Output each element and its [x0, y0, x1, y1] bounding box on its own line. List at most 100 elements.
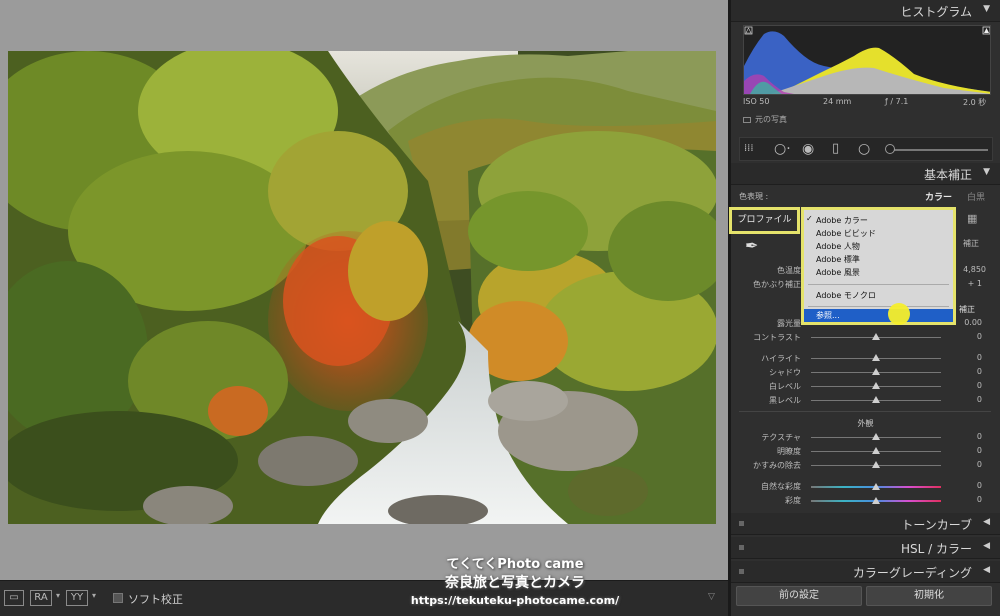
spot-removal-icon[interactable]: ○·	[774, 142, 791, 156]
whites-label: 白レベル	[769, 382, 801, 391]
menu-separator	[808, 284, 949, 285]
ra-dropdown-icon[interactable]: ▾	[56, 591, 60, 600]
saturation-value[interactable]: 0	[952, 495, 982, 504]
autumn-valley-photo	[8, 51, 716, 524]
original-photo-checkbox[interactable]	[743, 116, 751, 123]
texture-slider-knob[interactable]	[872, 433, 880, 440]
color-grading-title: カラーグレーディング	[852, 566, 972, 580]
divider	[739, 411, 991, 412]
iso-readout: ISO 50	[743, 97, 770, 106]
profile-option-adobe-portrait[interactable]: Adobe 人物	[804, 240, 953, 253]
histogram-title: ヒストグラム	[900, 5, 972, 19]
tone-auto-button[interactable]: 補正	[959, 304, 975, 315]
treatment-color-option[interactable]: カラー	[925, 190, 952, 203]
watermark-line-3: https://tekuteku-photocame.com/	[410, 594, 620, 607]
blacks-label: 黒レベル	[769, 396, 801, 405]
before-after-ra-button[interactable]: RA	[30, 590, 52, 606]
before-after-yy-button[interactable]: YY	[66, 590, 88, 606]
photo-preview[interactable]	[8, 51, 716, 524]
contrast-slider-knob[interactable]	[872, 333, 880, 340]
watermark-line-1: てくてくPhoto came	[446, 557, 584, 572]
highlights-value[interactable]: 0	[952, 353, 982, 362]
ra-label: RA	[34, 592, 48, 603]
basic-header[interactable]: 基本補正 ▼	[731, 163, 1000, 185]
clarity-label: 明瞭度	[777, 447, 801, 456]
profile-dropdown-menu: ✓ Adobe カラー Adobe ビビッド Adobe 人物 Adobe 標準…	[801, 207, 956, 325]
tint-value[interactable]: + 1	[952, 279, 982, 288]
color-grading-header[interactable]: カラーグレーディング ◀	[731, 561, 1000, 583]
temp-label: 色温度	[777, 266, 801, 275]
collapse-triangle-icon: ▼	[983, 4, 990, 14]
toolbar-expand-icon[interactable]: ▽	[708, 592, 715, 602]
presence-group-label: 外観	[857, 419, 874, 428]
focal-length-readout: 24 mm	[823, 97, 852, 106]
profile-option-adobe-monochrome[interactable]: Adobe モノクロ	[804, 289, 953, 302]
section-toggle-icon[interactable]	[739, 569, 744, 574]
dehaze-slider-knob[interactable]	[872, 461, 880, 468]
profile-option-adobe-color[interactable]: Adobe カラー	[804, 214, 953, 227]
whites-slider-knob[interactable]	[872, 382, 880, 389]
saturation-slider-knob[interactable]	[872, 497, 880, 504]
expand-triangle-icon: ◀	[983, 517, 990, 527]
clarity-slider-knob[interactable]	[872, 447, 880, 454]
vibrance-slider-knob[interactable]	[872, 483, 880, 490]
original-photo-toggle[interactable]: 元の写真	[743, 114, 787, 125]
shadows-slider-knob[interactable]	[872, 368, 880, 375]
shutter-readout: 2.0 秒	[963, 98, 987, 107]
profile-option-adobe-vivid[interactable]: Adobe ビビッド	[804, 227, 953, 240]
profile-option-adobe-landscape[interactable]: Adobe 風景	[804, 266, 953, 279]
collapse-triangle-icon: ▼	[983, 167, 990, 177]
previous-settings-button[interactable]: 前の設定	[736, 586, 862, 606]
exposure-label: 露光量	[777, 319, 801, 328]
hsl-header[interactable]: HSL / カラー ◀	[731, 537, 1000, 559]
whites-value[interactable]: 0	[952, 381, 982, 390]
blacks-value[interactable]: 0	[952, 395, 982, 404]
white-balance-eyedropper-icon[interactable]: ✒	[745, 236, 758, 255]
expand-triangle-icon: ◀	[983, 541, 990, 551]
contrast-value[interactable]: 0	[952, 332, 982, 341]
basic-title: 基本補正	[923, 168, 972, 182]
profile-label[interactable]: プロファイル	[729, 207, 800, 234]
highlights-label: ハイライト	[761, 354, 801, 363]
tone-curve-header[interactable]: トーンカーブ ◀	[731, 513, 1000, 535]
hsl-title: HSL / カラー	[901, 542, 972, 556]
red-eye-icon[interactable]: ◉	[802, 142, 814, 156]
treatment-bw-option[interactable]: 白黒	[967, 190, 985, 203]
crop-overlay-icon[interactable]: ⁞⁞⁞	[744, 142, 754, 156]
tool-strip: ⁞⁞⁞ ○· ◉ ▯ ○	[739, 137, 993, 161]
soft-proof-label: ソフト校正	[128, 593, 183, 606]
original-photo-label: 元の写真	[755, 115, 787, 124]
section-toggle-icon[interactable]	[739, 545, 744, 550]
soft-proof-checkbox[interactable]	[113, 593, 123, 603]
vibrance-value[interactable]: 0	[952, 481, 982, 490]
section-toggle-icon[interactable]	[739, 521, 744, 526]
dehaze-value[interactable]: 0	[952, 460, 982, 469]
radial-filter-icon[interactable]: ○	[858, 142, 870, 156]
highlights-slider-knob[interactable]	[872, 354, 880, 361]
graduated-filter-icon[interactable]: ▯	[832, 142, 839, 156]
histogram-chart	[744, 26, 990, 94]
texture-label: テクスチャ	[761, 433, 801, 442]
histogram-graph[interactable]	[743, 25, 991, 95]
profile-option-adobe-standard[interactable]: Adobe 標準	[804, 253, 953, 266]
brush-slider-knob[interactable]	[885, 144, 895, 154]
brush-slider-track[interactable]	[890, 149, 988, 151]
loupe-view-icon[interactable]: ▭	[4, 590, 24, 606]
profile-option-browse[interactable]: 参照...	[804, 309, 953, 322]
shadows-value[interactable]: 0	[952, 367, 982, 376]
histogram-header[interactable]: ヒストグラム ▼	[731, 0, 1000, 22]
yy-label: YY	[70, 592, 84, 603]
shadows-label: シャドウ	[769, 368, 801, 377]
photo-canvas	[0, 0, 728, 580]
profile-browser-grid-icon[interactable]: ▦	[967, 212, 977, 225]
reset-button[interactable]: 初期化	[866, 586, 992, 606]
vibrance-label: 自然な彩度	[761, 482, 801, 491]
white-balance-label-fragment: 補正	[963, 239, 979, 248]
clarity-value[interactable]: 0	[952, 446, 982, 455]
cursor-highlight-icon	[888, 303, 910, 325]
texture-value[interactable]: 0	[952, 432, 982, 441]
menu-separator	[808, 306, 949, 307]
exposure-value[interactable]: 0.00	[952, 318, 982, 327]
blacks-slider-knob[interactable]	[872, 396, 880, 403]
yy-dropdown-icon[interactable]: ▾	[92, 591, 96, 600]
